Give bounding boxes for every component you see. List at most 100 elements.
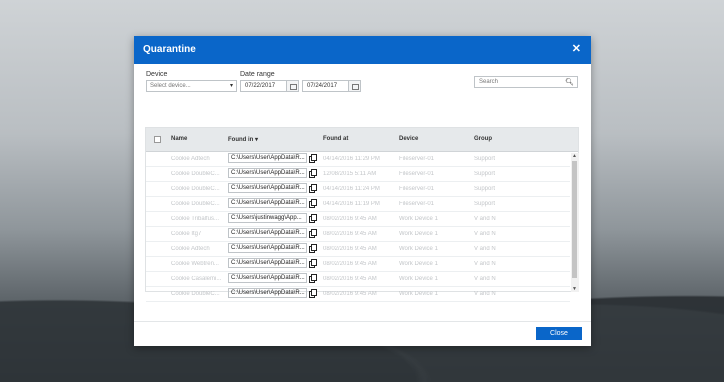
row-device: Work Device 1 xyxy=(399,276,438,282)
row-path-field[interactable]: C:\Users\User\AppData\R... xyxy=(228,258,307,268)
search-icon[interactable]: 🔍︎ xyxy=(565,78,574,86)
row-found-at: 08/02/2016 9:45 AM xyxy=(323,291,377,297)
copy-icon[interactable] xyxy=(309,214,317,223)
table-row[interactable]: Cookie Webtren... C:\Users\User\AppData\R… xyxy=(146,257,570,272)
row-path-field[interactable]: C:\Users\User\AppData\R... xyxy=(228,168,307,178)
row-device: Fileserver-01 xyxy=(399,186,435,192)
row-found-at: 08/02/2016 9:45 AM xyxy=(323,231,377,237)
table-row[interactable]: Cookie Itg7 C:\Users\User\AppData\R... 08/… xyxy=(146,227,570,242)
row-device: Work Device 1 xyxy=(399,231,438,237)
quarantine-dialog: Quarantine ✕ Device Select device... ▾ D… xyxy=(134,36,591,346)
row-path-field[interactable]: C:\Users\User\AppData\R... xyxy=(228,198,307,208)
row-device: Work Device 1 xyxy=(399,291,438,297)
copy-icon[interactable] xyxy=(309,244,317,253)
footer-divider xyxy=(134,321,591,322)
row-name: Cookie DoubleC... xyxy=(171,186,220,192)
select-all-checkbox[interactable] xyxy=(154,136,161,143)
date-to-field[interactable]: 07/24/2017 xyxy=(302,80,361,92)
device-select-value: Select device... xyxy=(150,83,191,89)
row-device: Fileserver-01 xyxy=(399,156,435,162)
copy-icon[interactable] xyxy=(309,289,317,298)
chevron-down-icon: ▾ xyxy=(229,83,233,89)
row-found-at: 04/14/2016 11:29 PM xyxy=(323,156,380,162)
row-found-at: 04/14/2016 11:24 PM xyxy=(323,186,380,192)
search-placeholder: Search xyxy=(479,79,499,85)
row-group: V and N xyxy=(474,216,496,222)
row-found-at: 08/02/2016 9:45 AM xyxy=(323,246,377,252)
row-name: Cookie Tribalfus... xyxy=(171,216,220,222)
column-found-in[interactable]: Found in ▾ xyxy=(228,136,258,143)
row-found-at: 08/02/2016 9:45 AM xyxy=(323,216,377,222)
row-found-at: 12/08/2015 5:11 AM xyxy=(323,171,377,177)
row-name: Cookie Casalemi... xyxy=(171,276,222,282)
row-path-field[interactable]: C:\Users\User\AppData\R... xyxy=(228,273,307,283)
close-icon[interactable]: ✕ xyxy=(572,42,581,55)
row-path-field[interactable]: C:\Users\User\AppData\R... xyxy=(228,183,307,193)
table-header: Name Found in ▾ Found at Device Group xyxy=(146,128,578,152)
row-path-field[interactable]: C:\Users\User\AppData\R... xyxy=(228,228,307,238)
copy-icon[interactable] xyxy=(309,274,317,283)
column-device[interactable]: Device xyxy=(399,136,418,142)
scroll-down-icon[interactable]: ▼ xyxy=(572,286,577,292)
row-name: Cookie DoubleC... xyxy=(171,171,220,177)
scrollbar-thumb[interactable] xyxy=(572,161,577,278)
table-row[interactable]: Cookie Adtech C:\Users\User\AppData\R... 0… xyxy=(146,152,570,167)
calendar-icon[interactable] xyxy=(286,81,298,91)
search-input[interactable]: Search 🔍︎ xyxy=(474,76,578,88)
table-row[interactable]: Cookie DoubleC... C:\Users\User\AppData\R… xyxy=(146,167,570,182)
copy-icon[interactable] xyxy=(309,184,317,193)
date-from-field[interactable]: 07/22/2017 xyxy=(240,80,299,92)
row-device: Work Device 1 xyxy=(399,216,438,222)
date-range-label: Date range xyxy=(240,71,275,78)
table-scrollbar[interactable]: ▲ ▼ xyxy=(571,153,579,292)
device-select[interactable]: Select device... ▾ xyxy=(146,80,237,92)
close-button[interactable]: Close xyxy=(536,327,582,340)
calendar-icon[interactable] xyxy=(348,81,360,91)
table-row[interactable]: Cookie DoubleC... C:\Users\User\AppData\R… xyxy=(146,287,570,302)
row-group: Support xyxy=(474,156,496,162)
copy-icon[interactable] xyxy=(309,229,317,238)
row-name: Cookie DoubleC... xyxy=(171,201,220,207)
row-device: Work Device 1 xyxy=(399,261,438,267)
row-name: Cookie Itg7 xyxy=(171,231,202,237)
row-group: V and N xyxy=(474,231,496,237)
table-body: Cookie Adtech C:\Users\User\AppData\R... 0… xyxy=(146,152,570,302)
row-group: Support xyxy=(474,171,496,177)
row-path-field[interactable]: C:\Users\User\AppData\R... xyxy=(228,153,307,163)
row-group: V and N xyxy=(474,276,496,282)
row-group: Support xyxy=(474,186,496,192)
column-name[interactable]: Name xyxy=(171,136,187,142)
row-name: Cookie Webtren... xyxy=(171,261,219,267)
copy-icon[interactable] xyxy=(309,199,317,208)
row-name: Cookie Adtech xyxy=(171,246,210,252)
row-name: Cookie Adtech xyxy=(171,156,210,162)
copy-icon[interactable] xyxy=(309,154,317,163)
table-row[interactable]: Cookie DoubleC... C:\Users\User\AppData\R… xyxy=(146,182,570,197)
row-device: Work Device 1 xyxy=(399,246,438,252)
copy-icon[interactable] xyxy=(309,169,317,178)
row-group: V and N xyxy=(474,261,496,267)
table-row[interactable]: Cookie Tribalfus... C:\Users\justinwagg\A… xyxy=(146,212,570,227)
date-from-value: 07/22/2017 xyxy=(245,83,276,89)
column-found-at[interactable]: Found at xyxy=(323,136,348,142)
row-name: Cookie DoubleC... xyxy=(171,291,220,297)
table-row[interactable]: Cookie DoubleC... C:\Users\User\AppData\R… xyxy=(146,197,570,212)
row-device: Fileserver-01 xyxy=(399,171,435,177)
table-row[interactable]: Cookie Adtech C:\Users\User\AppData\R... 0… xyxy=(146,242,570,257)
row-group: Support xyxy=(474,201,496,207)
row-found-at: 08/02/2016 9:45 AM xyxy=(323,276,377,282)
row-path-field[interactable]: C:\Users\User\AppData\R... xyxy=(228,288,307,298)
quarantine-table: Name Found in ▾ Found at Device Group Co… xyxy=(145,127,579,302)
scroll-up-icon[interactable]: ▲ xyxy=(572,153,577,159)
copy-icon[interactable] xyxy=(309,259,317,268)
column-group[interactable]: Group xyxy=(474,136,492,142)
row-found-at: 08/02/2016 9:45 AM xyxy=(323,261,377,267)
date-to-value: 07/24/2017 xyxy=(307,83,338,89)
table-row[interactable]: Cookie Casalemi... C:\Users\User\AppData\… xyxy=(146,272,570,287)
row-path-field[interactable]: C:\Users\justinwagg\App... xyxy=(228,213,307,223)
row-path-field[interactable]: C:\Users\User\AppData\R... xyxy=(228,243,307,253)
row-group: V and N xyxy=(474,291,496,297)
row-device: Fileserver-01 xyxy=(399,201,435,207)
row-found-at: 04/14/2016 11:19 PM xyxy=(323,201,380,207)
dialog-titlebar: Quarantine ✕ xyxy=(134,36,591,64)
